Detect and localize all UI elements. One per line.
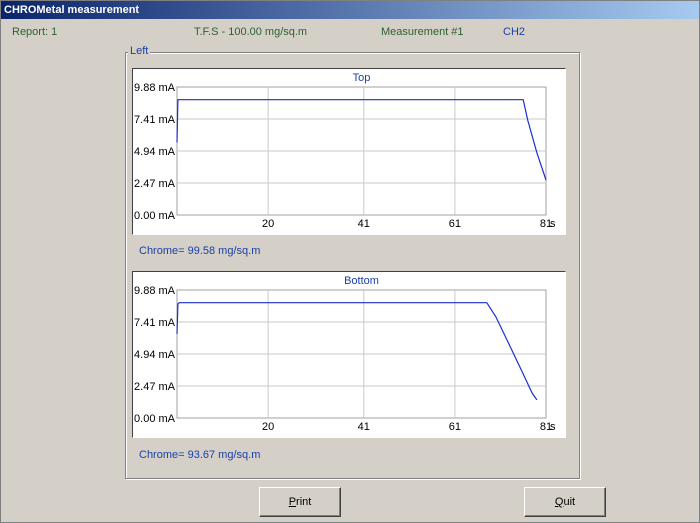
x-tick-label: 41	[358, 218, 370, 230]
y-tick-label: 0.00 mA	[134, 210, 176, 222]
app-window: CHROMetal measurement Report: 1 T.F.S - …	[0, 0, 700, 523]
chart-title: Top	[353, 72, 371, 84]
top-chrome-result: Chrome= 99.58 mg/sq.m	[139, 245, 261, 257]
x-unit-label: s	[550, 218, 556, 230]
y-tick-label: 0.00 mA	[134, 413, 176, 425]
bottom-chart-panel: Bottom 9.88 mA 7.41 mA 4.94 mA 2.47 mA 0.00 m…	[132, 271, 566, 438]
quit-mnemonic: Q	[554, 496, 564, 508]
x-tick-label: 61	[449, 218, 461, 230]
print-mnemonic: P	[288, 496, 297, 508]
y-tick-label: 4.94 mA	[134, 349, 176, 361]
y-tick-label: 9.88 mA	[134, 82, 176, 94]
top-chart: Top 9.88 mA 7.41 mA 4.94 mA 2.47 mA 0.00 mA 20…	[134, 72, 556, 230]
x-tick-label: 20	[262, 218, 274, 230]
y-tick-label: 9.88 mA	[134, 285, 176, 297]
quit-button[interactable]: Quit	[524, 487, 606, 517]
report-label: Report: 1	[12, 26, 58, 38]
quit-label: uit	[563, 496, 576, 508]
chart-title: Bottom	[344, 275, 379, 287]
print-button[interactable]: Print	[259, 487, 341, 517]
bottom-chrome-result: Chrome= 93.67 mg/sq.m	[139, 449, 261, 461]
top-chart-panel: Top 9.88 mA 7.41 mA 4.94 mA 2.47 mA 0.00 mA 20…	[132, 68, 566, 235]
x-tick-label: 20	[262, 421, 274, 433]
x-tick-label: 41	[358, 421, 370, 433]
measurement-label: Measurement #1	[381, 26, 464, 38]
tfs-label: T.F.S - 100.00 mg/sq.m	[194, 26, 308, 38]
y-tick-label: 7.41 mA	[134, 317, 176, 329]
bottom-chart: Bottom 9.88 mA 7.41 mA 4.94 mA 2.47 mA 0.00 m…	[134, 275, 556, 433]
group-label: Left	[128, 45, 151, 57]
y-tick-label: 2.47 mA	[134, 178, 176, 190]
window-title[interactable]: CHROMetal measurement	[1, 1, 699, 19]
channel-label: CH2	[503, 26, 526, 38]
y-tick-label: 4.94 mA	[134, 146, 176, 158]
y-tick-label: 2.47 mA	[134, 381, 176, 393]
x-unit-label: s	[550, 421, 556, 433]
print-label: rint	[296, 496, 312, 508]
x-tick-label: 61	[449, 421, 461, 433]
y-tick-label: 7.41 mA	[134, 114, 176, 126]
